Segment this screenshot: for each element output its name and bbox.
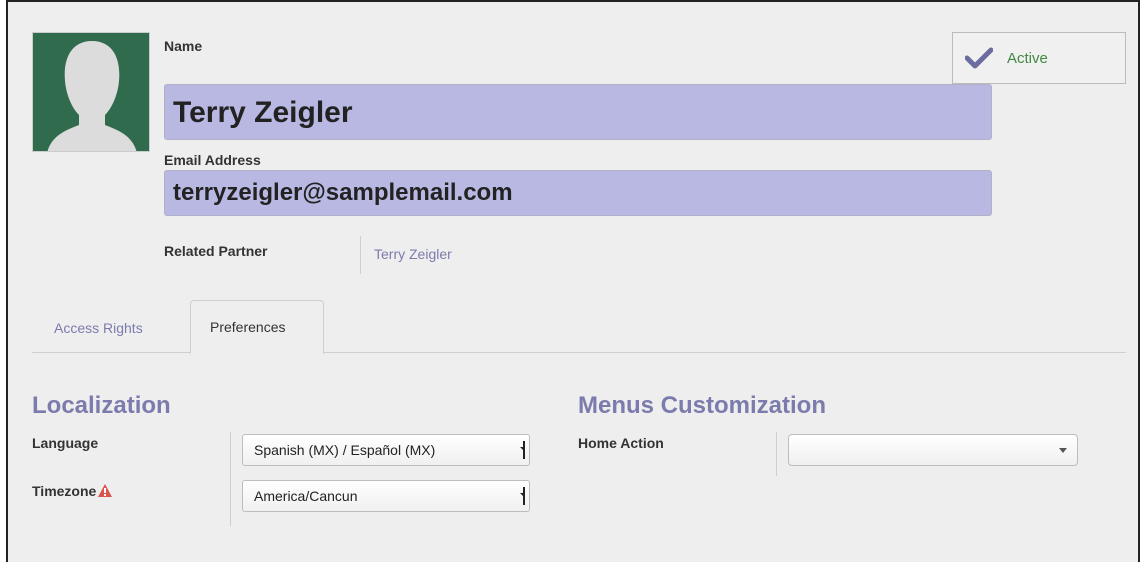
related-partner-label: Related Partner (164, 243, 268, 259)
home-action-select[interactable] (788, 434, 1078, 466)
caret-down-icon (517, 441, 525, 459)
active-toggle-button[interactable]: Active (952, 32, 1126, 84)
timezone-select[interactable]: America/Cancun (242, 480, 530, 512)
caret-down-icon (517, 487, 525, 505)
field-separator (776, 432, 777, 476)
check-icon (965, 47, 993, 69)
email-label: Email Address (164, 152, 261, 168)
field-separator (230, 432, 231, 526)
timezone-label-text: Timezone (32, 483, 97, 499)
name-input[interactable]: Terry Zeigler (164, 84, 992, 140)
timezone-label: Timezone (32, 483, 113, 499)
avatar[interactable] (32, 32, 150, 152)
email-input[interactable]: terryzeigler@samplemail.com (164, 170, 992, 216)
language-select-value: Spanish (MX) / Español (MX) (254, 442, 436, 458)
chevron-down-icon (1059, 448, 1067, 453)
name-label: Name (164, 38, 203, 54)
active-status-text: Active (1007, 50, 1048, 67)
home-action-label: Home Action (578, 435, 664, 451)
timezone-select-value: America/Cancun (254, 488, 358, 504)
tab-preferences[interactable]: Preferences (190, 300, 324, 354)
warning-triangle-icon (98, 484, 113, 497)
language-select[interactable]: Spanish (MX) / Español (MX) (242, 434, 530, 466)
language-label: Language (32, 435, 99, 451)
person-silhouette-icon (33, 33, 149, 151)
user-form: Name Terry Zeigler Email Address terryze… (6, 0, 1140, 562)
tab-preferences-label: Preferences (210, 319, 286, 335)
related-partner-link[interactable]: Terry Zeigler (374, 246, 452, 262)
tab-access-rights[interactable]: Access Rights (54, 320, 143, 336)
localization-title: Localization (32, 392, 171, 419)
field-separator (360, 236, 361, 274)
menus-customization-title: Menus Customization (578, 392, 827, 419)
